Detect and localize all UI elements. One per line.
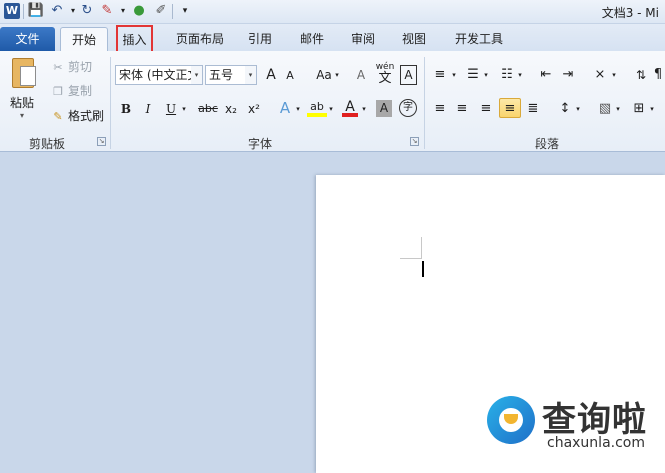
underline-button[interactable]: U [163,99,179,119]
sort-icon[interactable]: ⇅ [632,65,650,85]
copy-label: 复制 [68,84,93,98]
window-title: 文档3 - Mi [601,6,659,20]
copy-icon: ❐ [53,85,63,98]
shading-icon[interactable]: ▧ [596,99,614,119]
watermark-name: 查询啦 [542,400,647,440]
tab-page-layout[interactable]: 页面布局 [165,27,235,51]
phonetic-char: 文 [378,71,392,86]
text-cursor [422,261,424,277]
font-size-value: 五号 [209,68,234,82]
strikethrough-button[interactable]: abc [196,99,220,119]
char-border-button[interactable]: A [400,65,417,85]
color-wheel-icon[interactable]: ● [130,2,148,20]
numbering-dropdown-icon[interactable]: ▾ [482,65,490,85]
pen-icon[interactable]: ✐ [152,2,170,20]
show-marks-icon[interactable]: ¶ [652,65,664,85]
distributed-icon[interactable]: ≣ [524,99,542,119]
multilevel-dropdown-icon[interactable]: ▾ [516,65,524,85]
word-app-icon[interactable]: W [4,3,20,19]
group-separator [110,57,111,149]
align-center-icon[interactable]: ≡ [453,99,471,119]
bullets-dropdown-icon[interactable]: ▾ [450,65,458,85]
align-right-icon[interactable]: ≡ [477,99,495,119]
ribbon: 粘贴 ▾ ✂ 剪切 ❐ 复制 ✎ 格式刷 剪贴板 ↘ 宋体 (中文正文 ▾ 五号 ▾ … [0,51,665,152]
line-spacing-dropdown-icon[interactable]: ▾ [574,99,582,119]
font-color-dropdown-icon[interactable]: ▾ [360,99,368,119]
qat-separator [23,4,24,19]
copy-button[interactable]: ❐ 复制 [50,82,92,100]
group-separator [424,57,425,149]
phonetic-guide-button[interactable]: wén 文 [374,61,396,85]
quick-access-toolbar: W 💾 ↶ ▾ ↻ ✎ ▾ ● ✐ ▾ 文档3 - Mi [0,0,665,24]
multilevel-list-icon[interactable]: ☷ [498,65,516,85]
paste-button[interactable]: 粘贴 [10,94,34,111]
char-shading-button[interactable]: A [376,100,392,117]
clear-format-button[interactable]: A [352,65,370,85]
font-launcher-icon[interactable]: ↘ [410,137,419,146]
bullets-icon[interactable]: ≡ [431,65,449,85]
borders-icon[interactable]: ⊞ [630,99,648,119]
enclose-chars-button[interactable]: 字 [399,99,417,117]
tab-mailings[interactable]: 邮件 [292,27,332,51]
font-name-value: 宋体 (中文正文 [119,68,200,82]
numbering-icon[interactable]: ☰ [464,65,482,85]
clipboard-group-label: 剪贴板 [28,137,65,151]
change-case-dropdown-icon[interactable]: ▾ [333,65,341,85]
font-size-dropdown-icon[interactable]: ▾ [245,66,256,84]
font-size-combo[interactable]: 五号 ▾ [205,65,257,85]
brush-icon: ✎ [53,110,63,123]
paste-icon[interactable] [8,56,40,90]
tab-home[interactable]: 开始 [60,27,108,51]
customize-arrow-icon[interactable]: ▾ [176,2,194,20]
bold-button[interactable]: B [118,99,134,119]
font-name-combo[interactable]: 宋体 (中文正文 ▾ [115,65,203,85]
align-left-icon[interactable]: ≡ [431,99,449,119]
justify-icon[interactable]: ≡ [499,98,521,118]
font-group-label: 字体 [247,137,272,151]
tab-file[interactable]: 文件 [0,27,55,51]
font-name-dropdown-icon[interactable]: ▾ [191,66,202,84]
clipboard-launcher-icon[interactable]: ↘ [97,137,106,146]
grow-font-button[interactable]: A [262,65,280,85]
line-spacing-icon[interactable]: ↕ [556,99,574,119]
text-effects-dropdown-icon[interactable]: ▾ [294,99,302,119]
shrink-font-button[interactable]: A [282,66,298,86]
scissors-icon: ✂ [53,61,63,74]
tab-references[interactable]: 引用 [240,27,280,51]
highlight-dropdown-icon[interactable]: ▾ [327,99,335,119]
watermark-url: chaxunla.com [547,435,645,451]
tab-review[interactable]: 审阅 [343,27,383,51]
subscript-button[interactable]: x₂ [222,99,240,119]
borders-dropdown-icon[interactable]: ▾ [648,99,656,119]
increase-indent-icon[interactable]: ⇥ [559,65,577,85]
crop-mark-horizontal [400,258,422,259]
search-logo-icon [487,396,535,444]
ribbon-tabs: 文件 开始 插入 页面布局 引用 邮件 审阅 视图 开发工具 [0,24,665,56]
site-watermark: 查询啦 chaxunla.com [487,392,657,454]
shading-dropdown-icon[interactable]: ▾ [614,99,622,119]
font-color-button[interactable]: A [342,97,358,117]
change-case-button[interactable]: Aa [313,65,335,85]
tab-developer[interactable]: 开发工具 [446,27,512,51]
superscript-button[interactable]: x² [245,99,263,119]
qat-separator [172,4,173,19]
highlight-button[interactable]: ab [307,97,327,117]
chinese-layout-dropdown-icon[interactable]: ▾ [610,65,618,85]
tab-view[interactable]: 视图 [394,27,434,51]
paste-dropdown-icon[interactable]: ▾ [20,111,24,120]
chinese-layout-icon[interactable]: ⨯ [590,65,610,85]
paragraph-group-label: 段落 [534,137,559,151]
text-effects-button[interactable]: A [276,98,294,118]
cut-label: 剪切 [68,60,93,74]
format-painter-label: 格式刷 [68,109,105,123]
redo-icon[interactable]: ↻ [78,2,96,20]
cut-button[interactable]: ✂ 剪切 [50,58,92,76]
decrease-indent-icon[interactable]: ⇤ [537,65,555,85]
save-icon[interactable]: 💾 [27,2,45,20]
format-painter-button[interactable]: ✎ 格式刷 [50,107,104,125]
italic-button[interactable]: I [140,99,156,119]
crop-mark-vertical [421,237,422,259]
underline-dropdown-icon[interactable]: ▾ [180,99,188,119]
